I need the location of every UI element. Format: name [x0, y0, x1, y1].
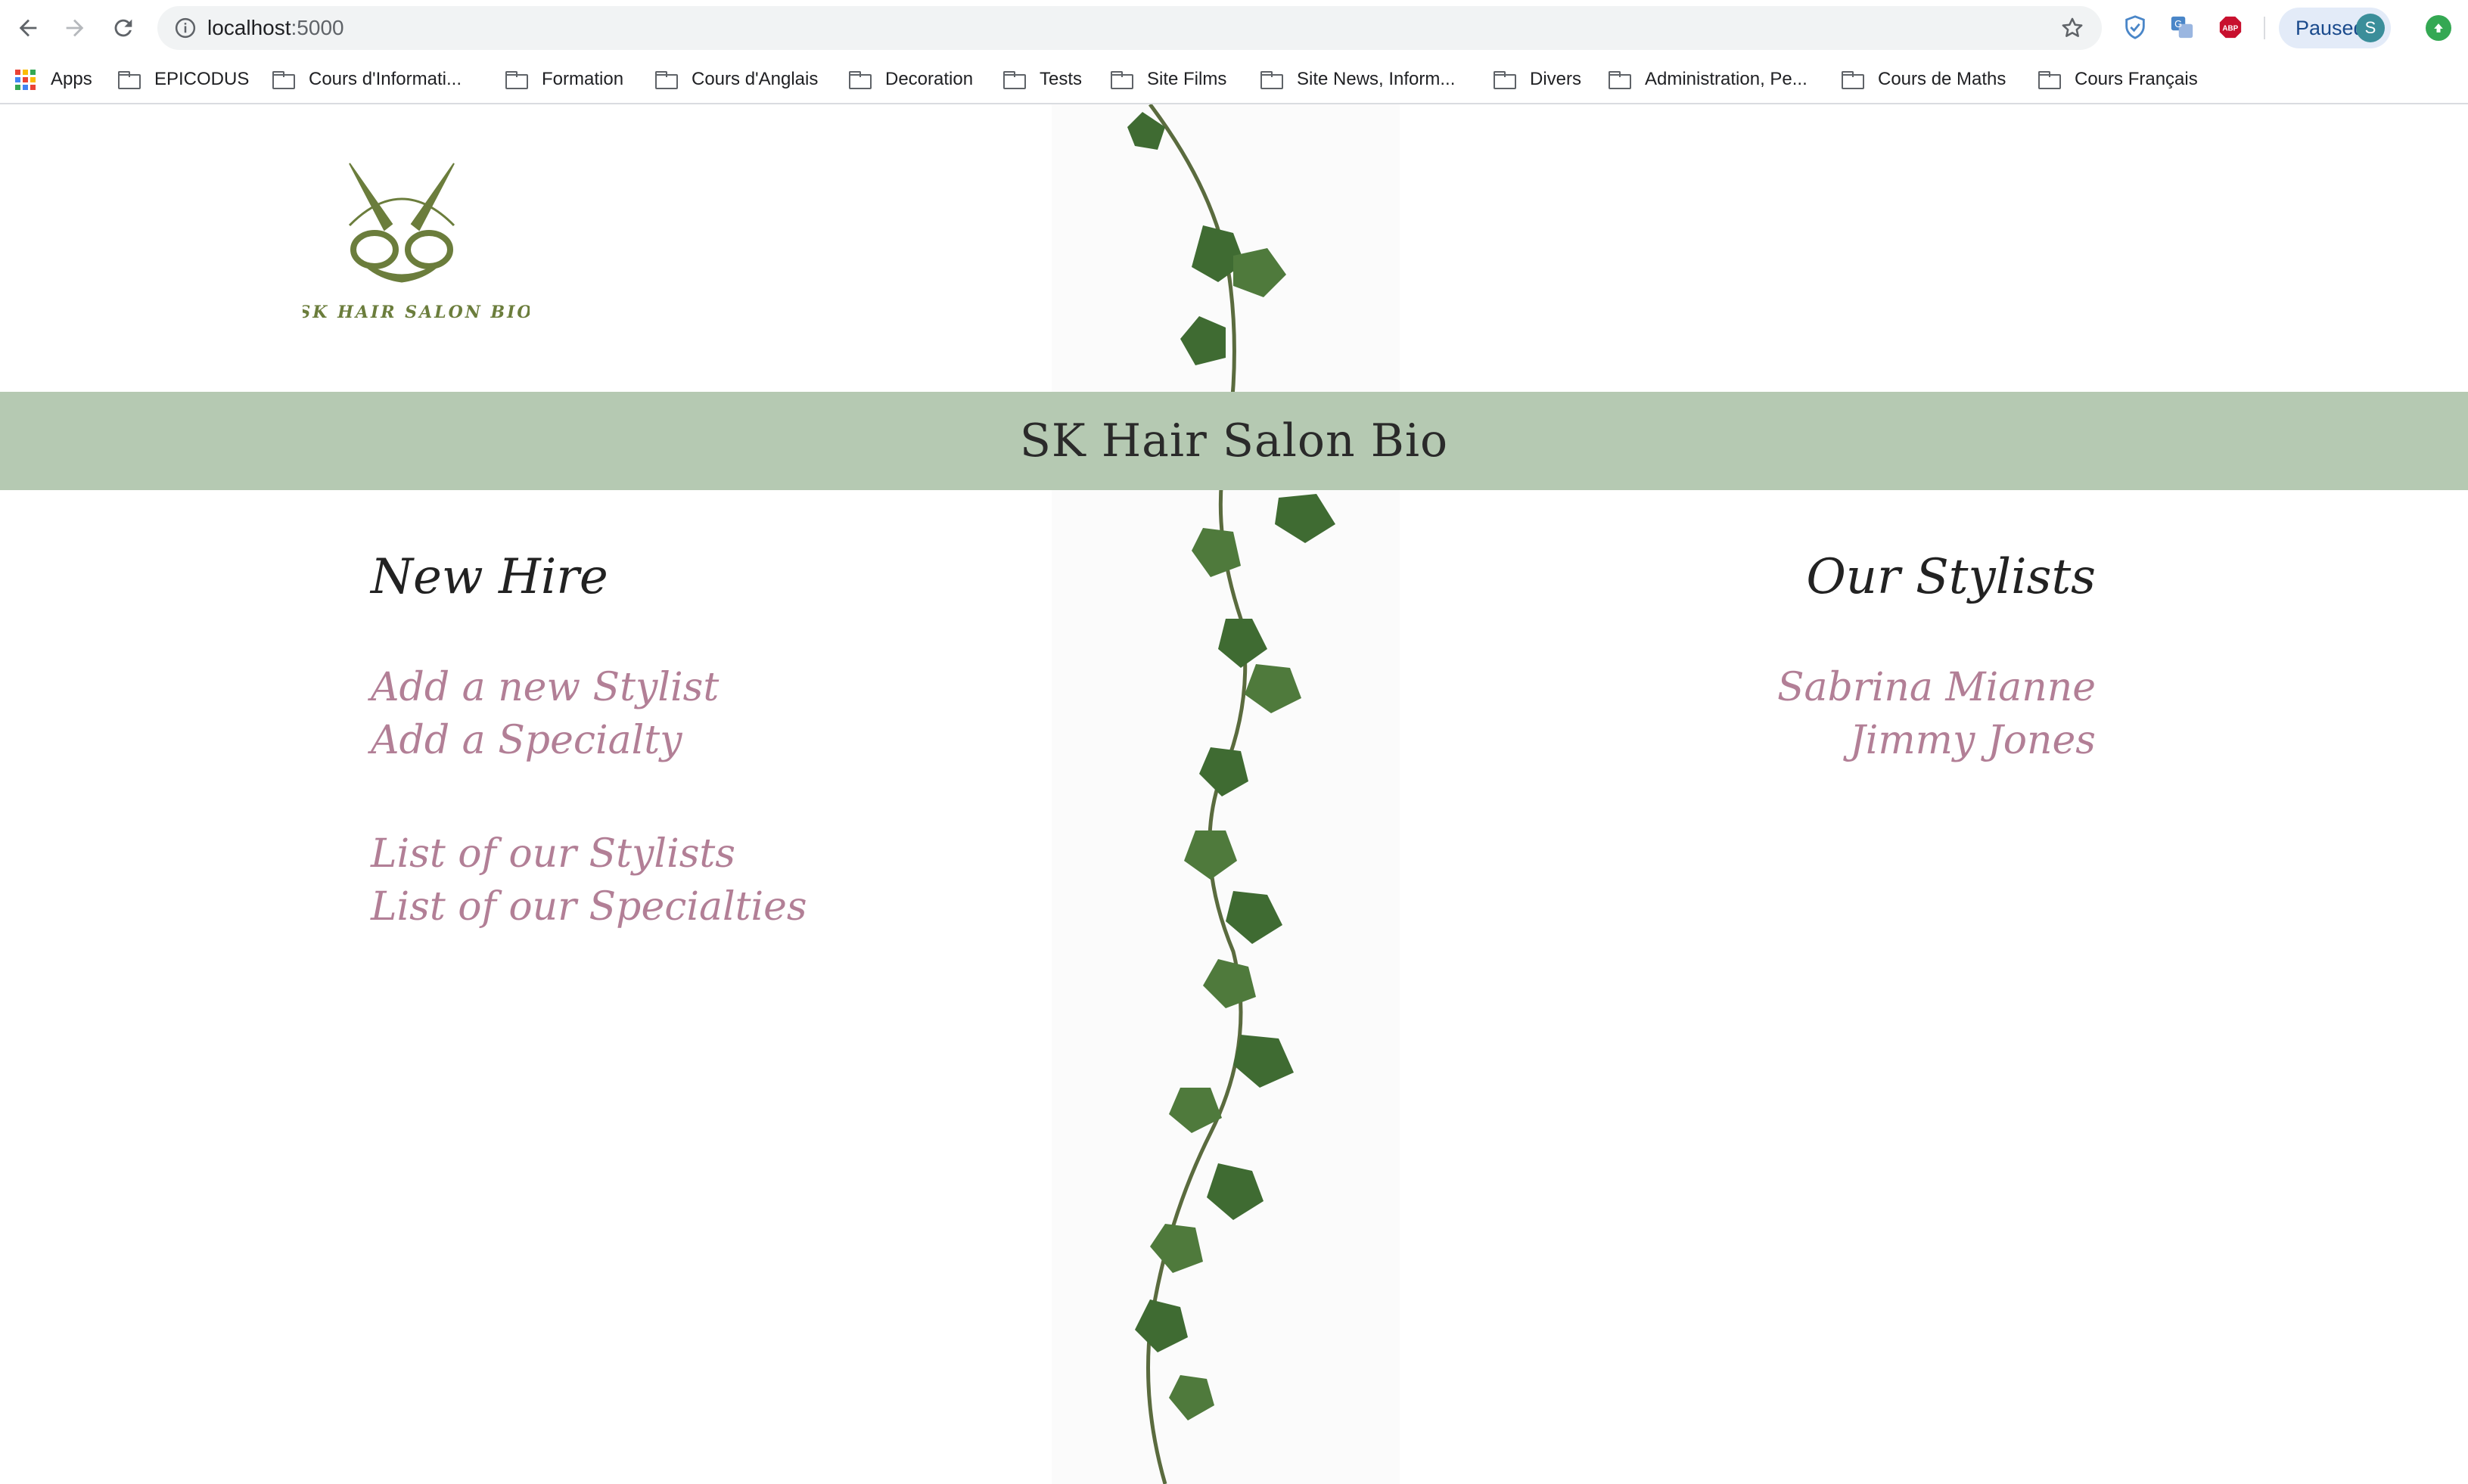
bookmark-label: Cours de Maths — [1878, 69, 2006, 89]
forward-button[interactable] — [56, 9, 94, 47]
translate-extension-icon[interactable]: G — [2167, 12, 2197, 42]
svg-text:ABP: ABP — [2222, 24, 2238, 33]
arrow-right-icon — [66, 19, 84, 37]
avatar: S — [2356, 14, 2385, 42]
title-banner: SK Hair Salon Bio — [0, 392, 2468, 490]
site-title: SK Hair Salon Bio — [1019, 414, 1449, 467]
bookmark-folder-formation[interactable]: Formation — [505, 64, 623, 95]
bookmark-label: Tests — [1040, 69, 1083, 89]
shield-extension-icon[interactable] — [2120, 12, 2150, 42]
logo-text: SK HAIR SALON BIO — [303, 303, 530, 322]
browser-toolbar: localhost:5000 G ABP Paused S — [0, 0, 2468, 56]
bookmark-folder-cours-anglais[interactable]: Cours d'Anglais — [655, 64, 818, 95]
adblock-extension-icon[interactable]: ABP — [2215, 12, 2246, 42]
reload-icon — [114, 19, 132, 37]
add-stylist-link[interactable]: Add a new Stylist — [371, 661, 719, 714]
our-stylists-heading: Our Stylists — [1806, 549, 2096, 605]
folder-icon — [505, 71, 528, 89]
stylist-link[interactable]: Jimmy Jones — [1850, 714, 2096, 767]
list-stylists-link[interactable]: List of our Stylists — [371, 827, 735, 880]
bookmark-label: Cours Français — [2075, 69, 2198, 89]
bookmark-star-icon[interactable] — [2059, 15, 2085, 44]
bookmark-apps[interactable]: Apps — [15, 64, 92, 95]
info-icon[interactable] — [174, 17, 197, 42]
bookmark-label: Apps — [51, 69, 92, 89]
bookmark-folder-cours-maths[interactable]: Cours de Maths — [1842, 64, 2006, 95]
new-hire-heading: New Hire — [371, 549, 608, 605]
folder-icon — [2038, 71, 2061, 89]
bookmarks-bar: Apps EPICODUS Cours d'Informati... Forma… — [0, 56, 2468, 143]
folder-icon — [1609, 71, 1631, 89]
folder-icon — [1494, 71, 1516, 89]
bookmark-label: Divers — [1530, 69, 1582, 89]
url-text: localhost:5000 — [207, 14, 344, 42]
arrow-left-icon — [19, 19, 37, 37]
folder-icon — [655, 71, 678, 89]
apps-grid-icon — [15, 69, 36, 90]
page-content: SK HAIR SALON BIO SK Hair Salon Bio New … — [0, 104, 2468, 1484]
folder-icon — [118, 71, 141, 89]
address-bar[interactable]: localhost:5000 — [157, 6, 2102, 50]
bookmark-label: Cours d'Informati... — [309, 69, 462, 89]
bookmark-folder-administration[interactable]: Administration, Pe... — [1609, 64, 1807, 95]
folder-icon — [1260, 71, 1283, 89]
bookmark-folder-divers[interactable]: Divers — [1494, 64, 1581, 95]
bookmark-label: Site News, Inform... — [1297, 69, 1456, 89]
folder-icon — [1003, 71, 1026, 89]
ivy-vine-decoration — [1052, 104, 1400, 1484]
list-specialties-link[interactable]: List of our Specialties — [371, 880, 807, 933]
folder-icon — [849, 71, 872, 89]
stylist-link[interactable]: Sabrina Mianne — [1777, 661, 2096, 714]
add-specialty-link[interactable]: Add a Specialty — [371, 714, 682, 767]
bookmark-folder-cours-informatique[interactable]: Cours d'Informati... — [272, 64, 462, 95]
bookmark-label: Decoration — [885, 69, 974, 89]
update-icon[interactable] — [2426, 15, 2451, 41]
bookmark-label: EPICODUS — [154, 69, 250, 89]
toolbar-separator — [2264, 17, 2265, 39]
salon-logo: SK HAIR SALON BIO — [303, 163, 530, 322]
profile-status-label: Paused — [2295, 16, 2365, 39]
folder-icon — [1842, 71, 1864, 89]
bookmark-label: Formation — [542, 69, 624, 89]
bookmark-label: Site Films — [1147, 69, 1227, 89]
url-host: localhost — [207, 16, 291, 39]
bookmark-folder-decoration[interactable]: Decoration — [849, 64, 973, 95]
bookmark-folder-site-news[interactable]: Site News, Inform... — [1260, 64, 1455, 95]
reload-button[interactable] — [104, 9, 142, 47]
folder-icon — [1111, 71, 1133, 89]
svg-text:G: G — [2174, 18, 2182, 29]
bookmark-folder-site-films[interactable]: Site Films — [1111, 64, 1226, 95]
bookmark-folder-epicodus[interactable]: EPICODUS — [118, 64, 249, 95]
folder-icon — [272, 71, 295, 89]
profile-button[interactable]: Paused S — [2279, 8, 2391, 48]
bookmark-folder-cours-francais[interactable]: Cours Français — [2038, 64, 2198, 95]
bookmark-label: Cours d'Anglais — [692, 69, 819, 89]
url-port: :5000 — [291, 16, 344, 39]
bookmark-folder-tests[interactable]: Tests — [1003, 64, 1082, 95]
bookmark-label: Administration, Pe... — [1645, 69, 1807, 89]
back-button[interactable] — [9, 9, 47, 47]
